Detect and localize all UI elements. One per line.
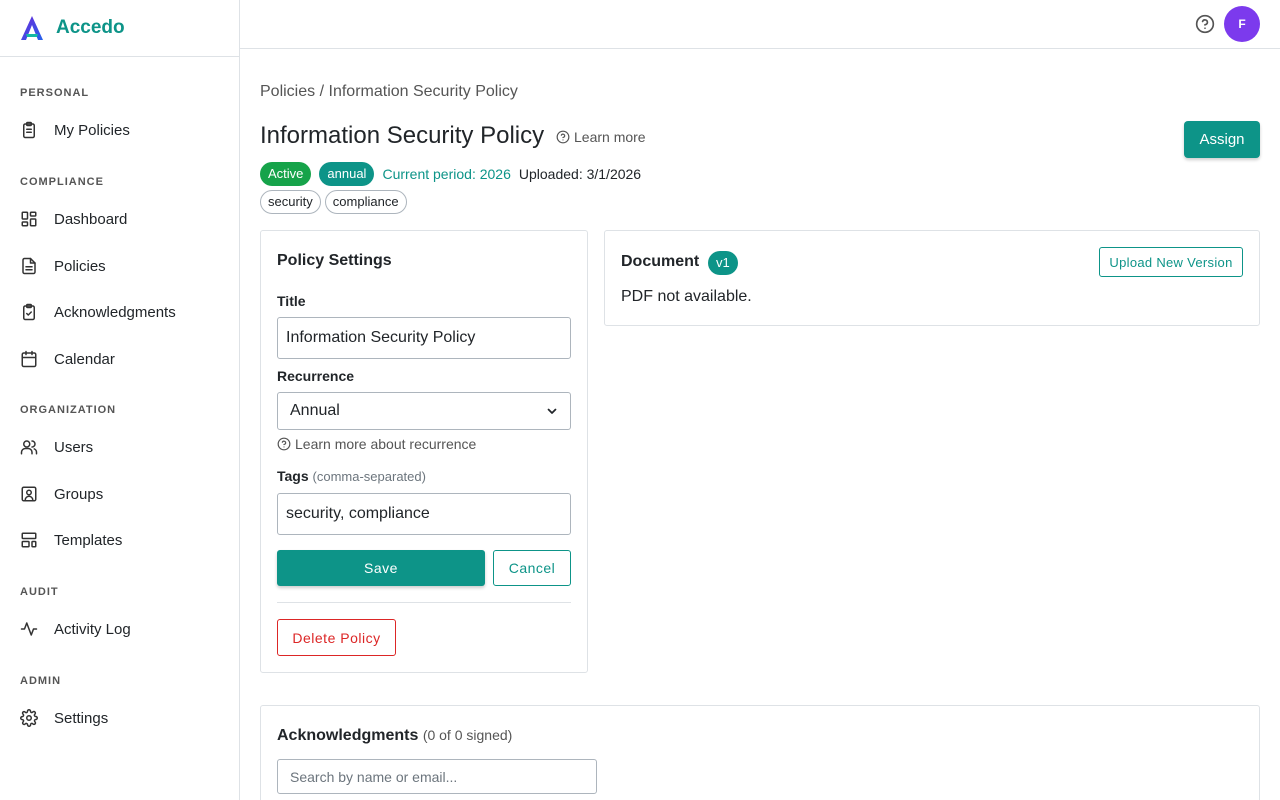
assign-button[interactable]: Assign — [1184, 121, 1260, 158]
sidebar-item-my-policies[interactable]: My Policies — [20, 115, 239, 145]
recurrence-help-label: Learn more about recurrence — [295, 436, 477, 452]
policy-meta-row: Active annual Current period: 2026 Uploa… — [260, 162, 641, 186]
acknowledgments-heading-text: Acknowledgments — [277, 727, 419, 744]
sidebar-item-label: Users — [54, 438, 94, 456]
sidebar-item-groups[interactable]: Groups — [20, 479, 239, 509]
tags-hint: (comma-separated) — [312, 469, 426, 484]
help-circle-icon[interactable] — [1195, 14, 1215, 34]
sidebar-item-label: Groups — [54, 485, 104, 503]
app-name: Accedo — [56, 17, 125, 38]
sidebar-item-label: Settings — [54, 709, 109, 727]
nav-section-organization: ORGANIZATION — [20, 404, 117, 416]
sidebar: Accedo PERSONAL My Policies COMPLIANCE D… — [0, 0, 240, 800]
sidebar-item-acknowledgments[interactable]: Acknowledgments — [20, 297, 239, 327]
cancel-button[interactable]: Cancel — [493, 550, 571, 586]
divider — [277, 602, 571, 603]
sidebar-item-label: Templates — [54, 531, 123, 549]
activity-pulse-icon — [20, 620, 38, 638]
recurrence-label: Recurrence — [277, 368, 355, 384]
avatar[interactable]: F — [1224, 6, 1260, 42]
current-period: Current period: 2026 — [382, 166, 511, 182]
sidebar-item-users[interactable]: Users — [20, 432, 239, 462]
calendar-icon — [20, 350, 38, 368]
nav-section-admin: ADMIN — [20, 675, 62, 687]
document-card: Document v1 Upload New Version PDF not a… — [604, 230, 1260, 326]
sidebar-item-label: Calendar — [54, 350, 115, 368]
breadcrumb-policies-link[interactable]: Policies — [260, 83, 315, 100]
acknowledgments-heading: Acknowledgments (0 of 0 signed) — [277, 727, 512, 745]
sidebar-item-label: Activity Log — [54, 620, 131, 638]
sidebar-item-label: Acknowledgments — [54, 303, 176, 321]
frequency-badge: annual — [319, 162, 375, 186]
sidebar-item-calendar[interactable]: Calendar — [20, 344, 239, 374]
document-heading: Document — [621, 253, 700, 270]
nav-section-compliance: COMPLIANCE — [20, 176, 104, 188]
clipboard-list-icon — [20, 121, 38, 139]
accedo-logo-icon — [20, 15, 44, 41]
tags-label: Tags (comma-separated) — [277, 468, 426, 484]
version-badge: v1 — [708, 251, 738, 275]
breadcrumb: Policies / Information Security Policy — [260, 83, 518, 101]
sidebar-item-label: Dashboard — [54, 210, 128, 228]
tag-chip: security — [260, 190, 321, 214]
upload-new-version-button[interactable]: Upload New Version — [1099, 247, 1243, 277]
breadcrumb-current: Information Security Policy — [328, 83, 518, 100]
help-circle-icon — [277, 437, 291, 451]
document-icon — [20, 257, 38, 275]
recurrence-help-link[interactable]: Learn more about recurrence — [277, 436, 476, 452]
gear-icon — [20, 709, 38, 727]
learn-more-label: Learn more — [574, 129, 646, 145]
policy-settings-card: Policy Settings Title Recurrence Annual … — [260, 230, 588, 673]
acknowledgments-search-input[interactable] — [277, 759, 597, 794]
sidebar-item-label: Policies — [54, 257, 106, 275]
uploaded-date: Uploaded: 3/1/2026 — [518, 166, 642, 182]
page-title: Information Security Policy — [260, 122, 545, 149]
status-badge: Active — [260, 162, 312, 186]
sidebar-item-activity-log[interactable]: Activity Log — [20, 614, 239, 644]
save-button[interactable]: Save — [277, 550, 485, 586]
nav-section-personal: PERSONAL — [20, 87, 90, 99]
tag-list: security compliance — [260, 190, 411, 214]
dashboard-grid-icon — [20, 210, 38, 228]
sidebar-item-policies[interactable]: Policies — [20, 251, 239, 281]
sidebar-item-dashboard[interactable]: Dashboard — [20, 204, 239, 234]
template-layout-icon — [20, 531, 38, 549]
clipboard-check-icon — [20, 303, 38, 321]
tag-chip: compliance — [324, 190, 407, 214]
brand[interactable]: Accedo — [0, 0, 239, 57]
breadcrumb-separator: / — [319, 83, 325, 100]
title-input[interactable] — [277, 317, 571, 359]
tags-input[interactable] — [277, 493, 571, 535]
learn-more-link[interactable]: Learn more — [556, 129, 646, 145]
sidebar-item-templates[interactable]: Templates — [20, 525, 239, 555]
recurrence-value: Annual — [290, 402, 340, 419]
sidebar-item-label: My Policies — [54, 121, 130, 139]
sidebar-item-settings[interactable]: Settings — [20, 703, 239, 733]
nav-section-audit: AUDIT — [20, 586, 59, 598]
acknowledgments-card: Acknowledgments (0 of 0 signed) — [260, 705, 1260, 800]
delete-policy-button[interactable]: Delete Policy — [277, 619, 396, 656]
recurrence-select[interactable]: Annual — [277, 392, 571, 430]
help-circle-icon — [556, 130, 570, 144]
topbar: F — [240, 0, 1280, 49]
document-message: PDF not available. — [621, 288, 752, 305]
acknowledgments-count: (0 of 0 signed) — [422, 727, 513, 743]
users-icon — [20, 438, 38, 456]
chevron-down-icon — [546, 405, 558, 417]
tags-label-text: Tags — [277, 468, 309, 484]
contact-card-icon — [20, 485, 38, 503]
title-label: Title — [277, 293, 306, 309]
policy-settings-heading: Policy Settings — [277, 252, 392, 269]
